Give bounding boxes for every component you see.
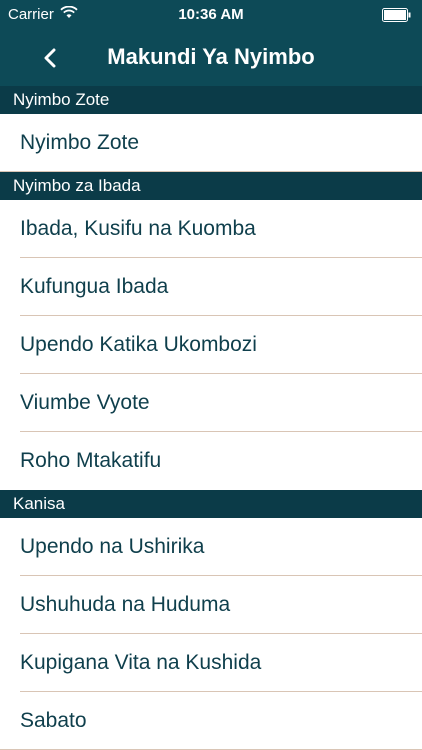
list-item[interactable]: Viumbe Vyote <box>0 374 422 432</box>
list-item[interactable]: Upendo Katika Ukombozi <box>0 316 422 374</box>
list-item[interactable]: Kupigana Vita na Kushida <box>0 634 422 692</box>
list-item-label: Upendo Katika Ukombozi <box>20 333 257 356</box>
list-item-label: Sabato <box>20 709 87 732</box>
section-header-nyimbo-za-ibada: Nyimbo za Ibada <box>0 172 422 200</box>
list-item[interactable]: Roho Mtakatifu <box>0 432 422 490</box>
list-item[interactable]: Kufungua Ibada <box>0 258 422 316</box>
category-list: Nyimbo Zote Nyimbo Zote Nyimbo za Ibada … <box>0 86 422 750</box>
status-bar: Carrier 10:36 AM <box>0 0 422 30</box>
page-title: Makundi Ya Nyimbo <box>107 44 315 69</box>
list-item[interactable]: Ibada, Kusifu na Kuomba <box>0 200 422 258</box>
section-header-kanisa: Kanisa <box>0 490 422 518</box>
battery-icon <box>382 8 412 22</box>
navigation-bar: Makundi Ya Nyimbo <box>0 30 422 86</box>
list-item-label: Nyimbo Zote <box>20 131 140 154</box>
section-header-nyimbo-zote: Nyimbo Zote <box>0 86 422 114</box>
list-item-label: Kupigana Vita na Kushida <box>20 651 262 674</box>
list-item[interactable]: Nyimbo Zote <box>0 114 422 172</box>
list-item-label: Ibada, Kusifu na Kuomba <box>20 217 256 240</box>
list-item-label: Ushuhuda na Huduma <box>20 593 231 616</box>
list-item[interactable]: Upendo na Ushirika <box>0 518 422 576</box>
list-item-label: Kufungua Ibada <box>20 275 169 298</box>
list-item-label: Roho Mtakatifu <box>20 449 162 472</box>
status-time: 10:36 AM <box>178 6 244 23</box>
list-item[interactable]: Ushuhuda na Huduma <box>0 576 422 634</box>
list-item-label: Viumbe Vyote <box>20 391 150 414</box>
row-separator <box>0 171 422 172</box>
list-item-label: Upendo na Ushirika <box>20 535 205 558</box>
list-item[interactable]: Sabato <box>0 692 422 750</box>
